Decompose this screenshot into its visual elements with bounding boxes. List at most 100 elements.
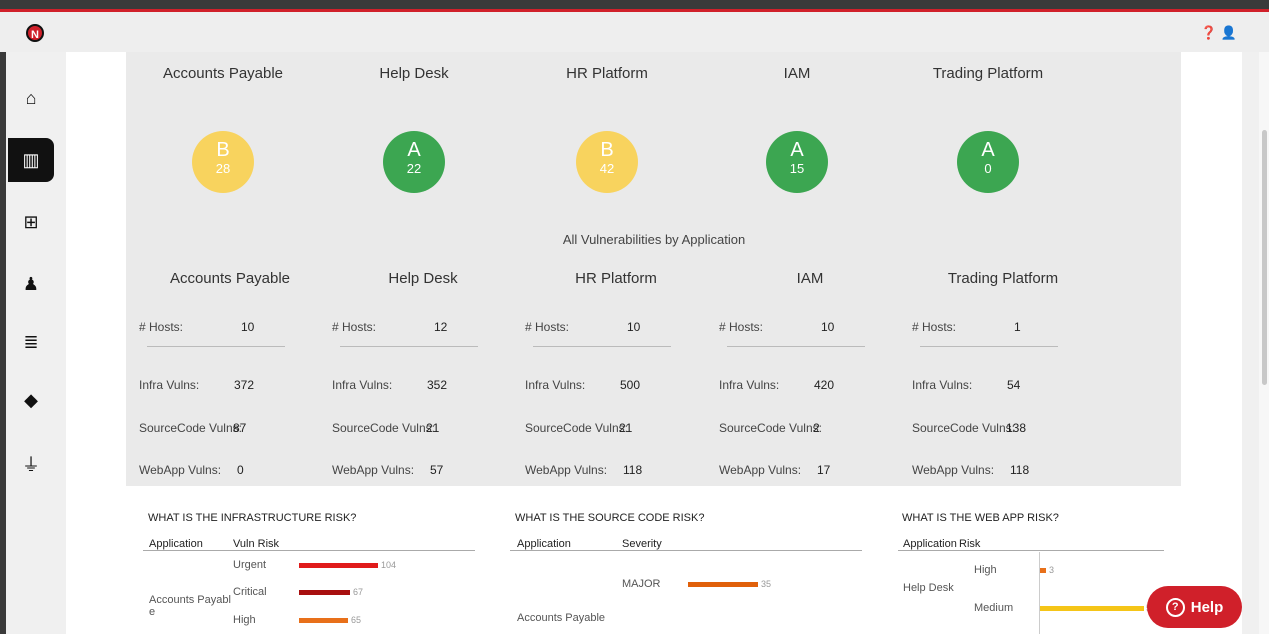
question-circle-icon[interactable]: ❓ [1201,25,1221,40]
risk-label: Critical [233,586,267,598]
sitemap-icon: ⊞ [23,211,39,232]
row-value: 17 [817,463,831,477]
row-label: WebApp Vulns: [719,463,802,477]
grade-badge[interactable]: A 22 [383,131,445,193]
source-col-severity: Severity [622,538,662,550]
row-label: # Hosts: [525,320,570,334]
top-accent-bar [0,0,1269,12]
row-value: 138 [1006,421,1027,435]
row-value: 118 [1010,463,1030,477]
app-column-title: Accounts Payable [169,270,291,287]
row-label: SourceCode Vulns: [719,421,822,435]
risk-bar[interactable] [299,590,350,595]
scrollbar-thumb[interactable] [1262,130,1267,385]
webapp-header-line [898,550,1164,551]
grade-score: 0 [984,161,992,176]
top-right-icons: ❓👤 [1201,25,1241,41]
database-nav[interactable]: ≣ [8,320,54,364]
webapp-col-risk: Risk [959,538,981,550]
risk-bar-value: 35 [761,579,772,589]
grade-badge[interactable]: B 42 [576,131,638,193]
grade-app-title: Accounts Payable [162,65,284,82]
grade-badge[interactable]: A 15 [766,131,828,193]
row-label: Infra Vulns: [525,378,586,392]
grade-score: 22 [406,161,422,176]
bar-chart-nav[interactable]: ▥ [8,138,54,182]
user-shield-nav[interactable]: ♟ [8,262,54,306]
row-value: 10 [627,320,641,334]
database-icon: ≣ [23,331,39,352]
webapp-col-application: Application [903,538,957,550]
risk-bar[interactable] [1040,568,1046,573]
logo-icon[interactable]: N [26,24,44,42]
infra-col-application: Application [149,538,203,550]
row-value: 1 [1014,320,1021,334]
user-shield-icon: ♟ [22,273,40,294]
row-label: # Hosts: [719,320,764,334]
sitemap-nav[interactable]: ⊞ [8,200,54,244]
infra-app-cell: Accounts Payabl e [149,594,231,618]
grade-badge[interactable]: B 28 [192,131,254,193]
risk-bar-value: 104 [381,560,397,570]
row-label: Infra Vulns: [719,378,780,392]
risk-bar-value: 67 [353,587,364,597]
row-label: SourceCode Vulns: [332,421,435,435]
row-label: WebApp Vulns: [912,463,995,477]
webapp-app-cell: Help Desk [903,582,954,594]
risk-bar[interactable] [1040,606,1144,611]
bar-chart-icon: ▥ [22,149,40,170]
risk-bar[interactable] [299,563,378,568]
help-button[interactable]: ? Help [1147,586,1242,628]
grade-letter: B [216,139,230,161]
grade-app-title: IAM [783,65,811,82]
row-label: Infra Vulns: [912,378,973,392]
row-value: 10 [241,320,255,334]
row-label: # Hosts: [139,320,184,334]
source-header-line [510,550,862,551]
hosts-underline [920,346,1058,347]
tags-nav[interactable]: ◆ [8,378,54,422]
risk-label: MAJOR [622,578,661,590]
source-risk-title: WHAT IS THE SOURCE CODE RISK? [515,512,705,524]
app-column-title: Help Desk [388,270,458,287]
row-value: 0 [237,463,244,477]
plug-nav[interactable]: ⏚ [8,442,54,486]
grade-letter: A [790,139,804,161]
grade-letter: A [407,139,421,161]
risk-bar-value: 3 [1049,565,1055,575]
hosts-underline [340,346,478,347]
grade-app-title: Trading Platform [932,65,1044,82]
user-icon[interactable]: 👤 [1221,25,1241,40]
row-value: 10 [821,320,835,334]
risk-label: High [974,564,997,576]
grade-score: 42 [599,161,615,176]
home-nav[interactable]: ⌂ [8,76,54,120]
risk-bar-value: 65 [351,615,362,625]
risk-bar[interactable] [688,582,758,587]
row-label: # Hosts: [332,320,377,334]
row-value: 420 [814,378,835,392]
row-value: 2 [813,421,820,435]
sidebar: ⌂ ▥ ⊞ ♟ ≣ ◆ ⏚ [0,52,66,634]
question-circle-icon: ? [1165,597,1185,617]
grade-score: 15 [789,161,805,176]
help-button-label: Help [1190,598,1224,616]
grade-letter: B [600,139,614,161]
grade-app-title: Help Desk [379,65,449,82]
home-icon: ⌂ [25,87,37,108]
risk-bar[interactable] [299,618,348,623]
grade-badge[interactable]: A0 [957,131,1019,193]
row-value: 12 [434,320,448,334]
grade-letter: A [981,139,995,161]
hosts-underline [533,346,671,347]
infra-header-line [143,550,475,551]
row-label: WebApp Vulns: [525,463,608,477]
main-content: Accounts Payable B 28 Help Desk A 22 HR Platfo… [66,52,1242,634]
infra-risk-title: WHAT IS THE INFRASTRUCTURE RISK? [148,512,357,524]
row-label: WebApp Vulns: [139,463,222,477]
risk-label: Urgent [233,559,267,571]
webapp-risk-title: WHAT IS THE WEB APP RISK? [902,512,1059,524]
row-label: # Hosts: [912,320,957,334]
app-column-title: IAM [796,270,824,287]
row-value: 118 [623,463,643,477]
